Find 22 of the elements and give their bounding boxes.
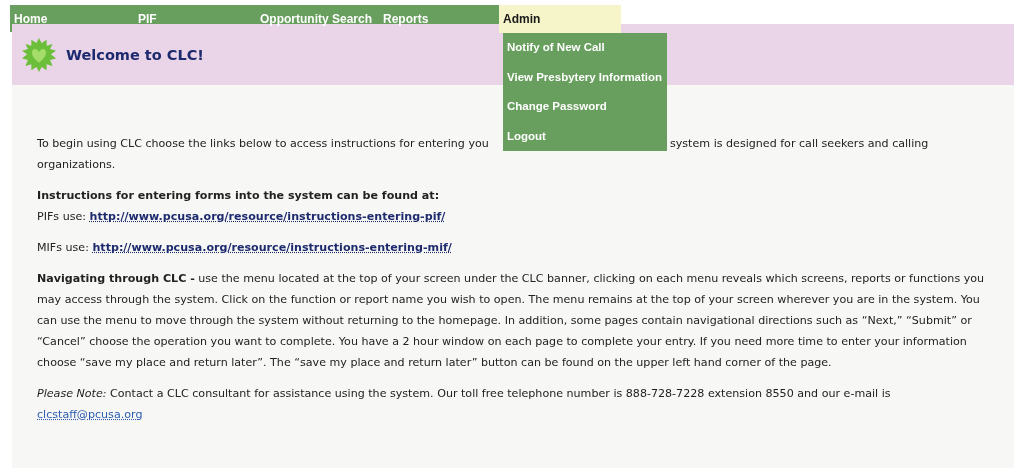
intro-text: system is designed for call seekers and calling — [670, 136, 929, 152]
link-label: MIFs use: — [37, 241, 89, 254]
nav-menu-item[interactable]: Admin — [499, 5, 621, 33]
email-link[interactable]: clcstaff@pcusa.org — [37, 408, 143, 421]
banner-title: Welcome to CLC! — [66, 46, 204, 63]
dropdown-menu-item[interactable]: Notify of New Call — [503, 33, 667, 63]
instructions-heading: Instructions for entering forms into the system can be found at: — [37, 188, 440, 204]
navigation-paragraph: Navigating through CLC - use the menu located at the top of your screen under the CLC banner, clicking on each menu reveals which screens, reports or functions you may access through the system. Click on the function or report name you wish to open. The menu remains at the top of your screen wherever you are in the system. You can use the menu to move through the system without returning to the homepage. In addition, some pages contain navigational directions such as “Next,” “Submit” or “Cancel” choose the operation you want to complete. You have a 2 hour window on each page to complete your entry. If you need more time to enter your information choose “save my place and return later”. The “save my place and return later” button can be found on the upper left hand corner of the page. — [37, 271, 986, 371]
nav-menu-item[interactable]: Reports — [379, 5, 499, 33]
nav-menu-item[interactable]: PIF — [134, 5, 256, 33]
link-label: PIFs use: — [37, 210, 87, 223]
dropdown-menu-item[interactable]: Change Password — [503, 92, 667, 122]
intro-text: organizations. — [37, 157, 116, 173]
heart-badge-icon — [22, 37, 56, 72]
instructions-link[interactable]: http://www.pcusa.org/resource/instructions-entering-pif/ — [89, 210, 446, 223]
nav-menu-item[interactable]: Opportunity Search — [256, 5, 379, 33]
intro-text: To begin using CLC choose the links below to access instructions for entering you — [37, 136, 489, 152]
instructions-link[interactable]: http://www.pcusa.org/resource/instructions-entering-mif/ — [92, 241, 452, 254]
dropdown-menu-item[interactable]: View Presbytery Information — [503, 62, 667, 92]
nav-menu-item[interactable]: Home — [10, 5, 134, 33]
note-paragraph: Please Note: Contact a CLC consultant for assistance using the system. Our toll free telephone number is 888-728-7228 extension 8550 and our e-mail is clcstaff@pcusa.org — [37, 386, 892, 423]
dropdown-menu-item[interactable]: Logout — [503, 121, 667, 151]
